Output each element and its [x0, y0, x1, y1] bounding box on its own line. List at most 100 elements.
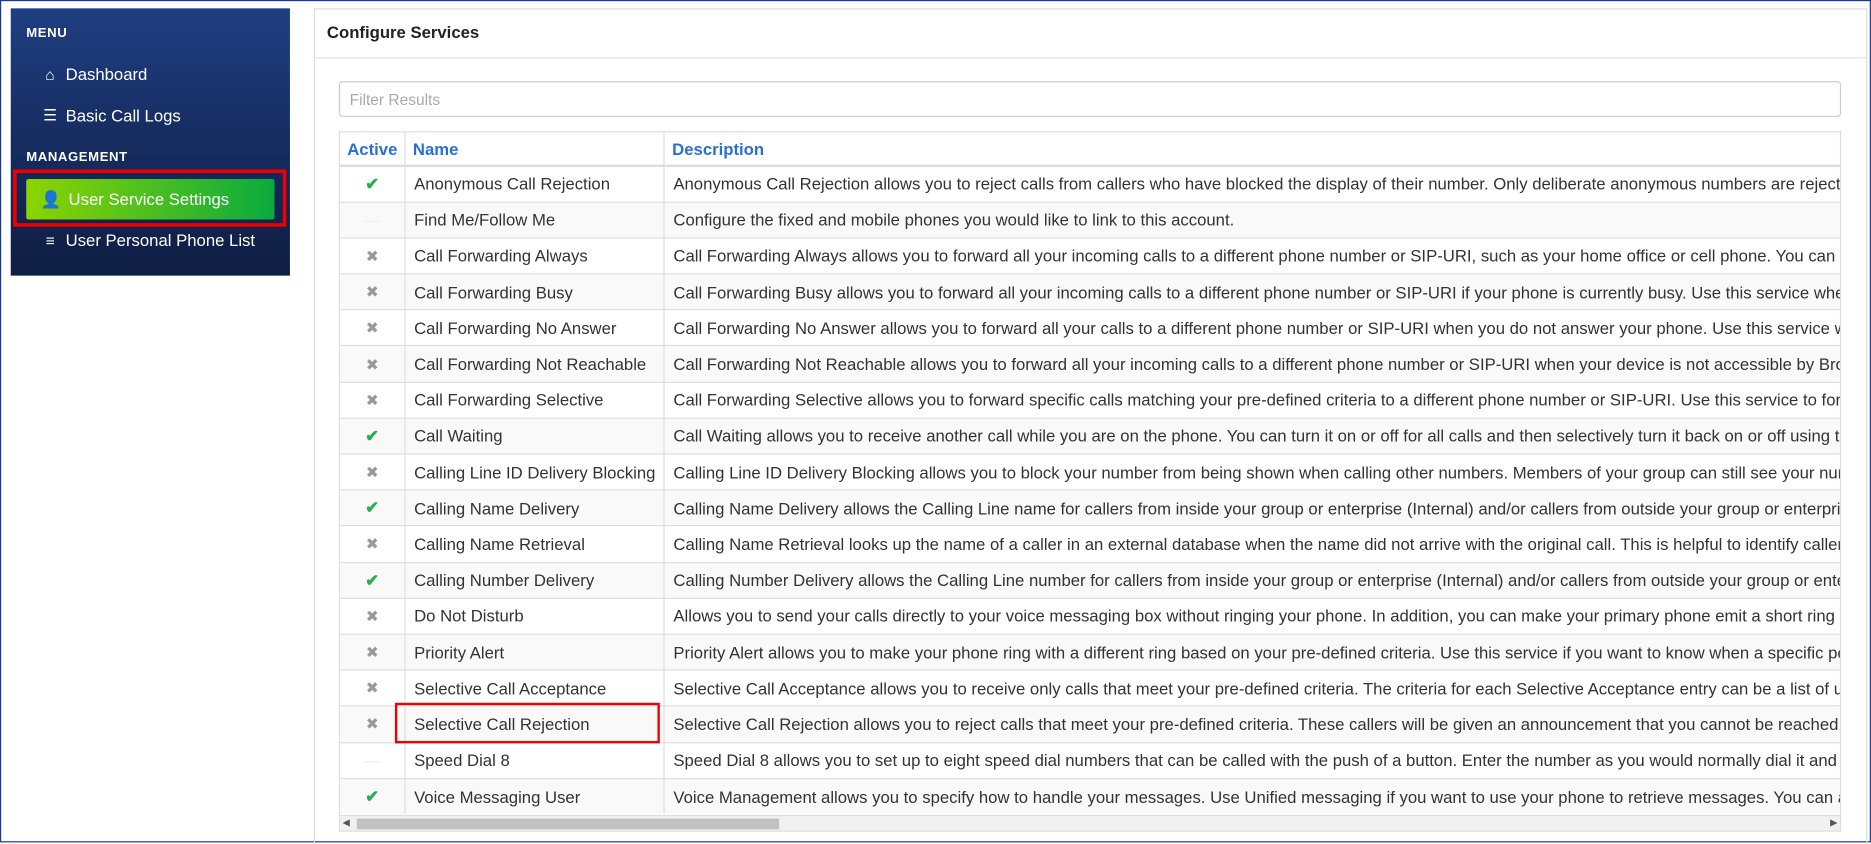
table-row[interactable]: ✔ Call Waiting Call Waiting allows you t…: [340, 417, 1840, 455]
active-cell: ✖: [340, 345, 406, 382]
x-icon: ✖: [365, 607, 379, 626]
table-row[interactable]: ✔ Anonymous Call Rejection Anonymous Cal…: [340, 165, 1840, 202]
service-name[interactable]: Calling Name Retrieval: [405, 525, 666, 563]
service-name[interactable]: Call Forwarding No Answer: [405, 309, 666, 346]
page: MENU ⌂ Dashboard ☰ Basic Call Logs MANAGEM…: [0, 0, 1871, 844]
service-description: Selective Call Rejection allows you to r…: [664, 705, 1840, 743]
active-cell: ✖: [340, 273, 406, 310]
service-name[interactable]: Selective Call Acceptance: [405, 669, 666, 707]
table-row[interactable]: ✖ Call Forwarding Busy Call Forwarding B…: [340, 273, 1840, 310]
service-description: Call Forwarding Selective allows you to …: [664, 381, 1840, 418]
check-icon: ✔: [365, 425, 380, 445]
active-cell: ✔: [340, 165, 406, 202]
check-icon: ✔: [365, 786, 380, 806]
x-icon: ✖: [365, 679, 379, 698]
service-description: Voice Management allows you to specify h…: [664, 777, 1840, 815]
menu-heading: MENU: [26, 26, 68, 41]
service-name[interactable]: Selective Call Rejection: [405, 705, 666, 743]
x-icon: ✖: [365, 355, 379, 373]
home-icon: ⌂: [45, 65, 55, 83]
sidebar-item-user-service-settings[interactable]: 👤 User Service Settings: [26, 178, 275, 220]
service-description: Calling Number Delivery allows the Calli…: [664, 561, 1840, 599]
service-description: Call Forwarding No Answer allows you to …: [664, 309, 1840, 346]
service-name[interactable]: Voice Messaging User: [405, 777, 666, 815]
sidebar-item-user-personal-phone-list[interactable]: ≡ User Personal Phone List: [42, 230, 255, 249]
table-row[interactable]: ✔ Voice Messaging User Voice Management …: [340, 777, 1840, 815]
sidebar-item-dashboard[interactable]: ⌂ Dashboard: [42, 64, 147, 83]
sidebar-item-basic-call-logs[interactable]: ☰ Basic Call Logs: [42, 106, 181, 125]
service-description: Call Waiting allows you to receive anoth…: [664, 417, 1840, 455]
list-icon: ☰: [43, 106, 58, 125]
active-cell: —: [340, 201, 406, 238]
service-description: Calling Line ID Delivery Blocking allows…: [664, 453, 1840, 491]
table-row[interactable]: ✖ Selective Call Acceptance Selective Ca…: [340, 669, 1840, 707]
table-row[interactable]: ✖ Do Not Disturb Allows you to send your…: [340, 597, 1840, 635]
x-icon: ✖: [365, 715, 379, 734]
service-name[interactable]: Do Not Disturb: [405, 597, 666, 635]
active-cell: —: [340, 741, 406, 779]
service-name[interactable]: Call Forwarding Always: [405, 237, 666, 274]
management-heading: MANAGEMENT: [26, 150, 128, 165]
active-cell: ✔: [340, 417, 406, 455]
active-cell: ✖: [340, 237, 406, 274]
service-name[interactable]: Call Waiting: [405, 417, 666, 455]
table-row[interactable]: ✖ Call Forwarding Not Reachable Call For…: [340, 345, 1840, 382]
table-row[interactable]: ✖ Selective Call Rejection Selective Cal…: [340, 705, 1840, 743]
dash-icon: —: [363, 750, 381, 770]
service-name[interactable]: Call Forwarding Busy: [405, 273, 666, 310]
service-name[interactable]: Priority Alert: [405, 633, 666, 671]
filter-input[interactable]: [338, 81, 1842, 117]
sidebar: MENU ⌂ Dashboard ☰ Basic Call Logs MANAGEM…: [10, 8, 290, 276]
service-description: Calling Name Delivery allows the Calling…: [664, 489, 1840, 527]
table-row[interactable]: ✖ Calling Name Retrieval Calling Name Re…: [340, 525, 1840, 563]
active-cell: ✖: [340, 525, 406, 563]
x-icon: ✖: [365, 535, 379, 554]
service-name[interactable]: Call Forwarding Not Reachable: [405, 345, 666, 382]
service-description: Call Forwarding Always allows you to for…: [664, 237, 1840, 274]
services-table: Active Name Description ✔ Anonymous Call…: [338, 131, 1842, 815]
table-row[interactable]: — Find Me/Follow Me Configure the fixed …: [340, 201, 1840, 238]
horizontal-scrollbar[interactable]: ◀ ▶: [338, 814, 1842, 832]
column-header-description[interactable]: Description: [664, 132, 1840, 168]
table-row[interactable]: ✖ Priority Alert Priority Alert allows y…: [340, 633, 1840, 671]
scrollbar-thumb[interactable]: [356, 818, 780, 830]
active-cell: ✖: [340, 633, 406, 671]
table-row[interactable]: ✖ Calling Line ID Delivery Blocking Call…: [340, 453, 1840, 491]
active-cell: ✔: [340, 489, 406, 527]
scroll-left-icon[interactable]: ◀: [342, 817, 349, 828]
active-cell: ✖: [340, 381, 406, 418]
active-cell: ✖: [340, 453, 406, 491]
active-cell: ✖: [340, 309, 406, 346]
column-header-active[interactable]: Active: [340, 132, 406, 168]
service-name[interactable]: Call Forwarding Selective: [405, 381, 666, 418]
service-description: Anonymous Call Rejection allows you to r…: [664, 165, 1840, 202]
x-icon: ✖: [365, 463, 379, 481]
column-header-name[interactable]: Name: [405, 132, 666, 168]
service-name[interactable]: Calling Number Delivery: [405, 561, 666, 599]
check-icon: ✔: [365, 174, 380, 194]
list-ul-icon: ≡: [45, 230, 55, 249]
table-row[interactable]: ✖ Call Forwarding Always Call Forwarding…: [340, 237, 1840, 274]
scroll-right-icon[interactable]: ▶: [1830, 817, 1837, 828]
active-cell: ✔: [340, 561, 406, 599]
active-cell: ✖: [340, 705, 406, 743]
service-description: Call Forwarding Busy allows you to forwa…: [664, 273, 1840, 310]
service-description: Selective Call Acceptance allows you to …: [664, 669, 1840, 707]
x-icon: ✖: [365, 318, 379, 337]
table-row[interactable]: ✔ Calling Number Delivery Calling Number…: [340, 561, 1840, 599]
service-name[interactable]: Calling Line ID Delivery Blocking: [405, 453, 666, 491]
table-row[interactable]: ✖ Call Forwarding No Answer Call Forward…: [340, 309, 1840, 346]
service-name[interactable]: Find Me/Follow Me: [405, 201, 666, 238]
service-name[interactable]: Speed Dial 8: [405, 741, 666, 779]
service-description: Speed Dial 8 allows you to set up to eig…: [664, 741, 1840, 779]
table-row[interactable]: — Speed Dial 8 Speed Dial 8 allows you t…: [340, 741, 1840, 779]
check-icon: ✔: [365, 497, 380, 517]
service-description: Allows you to send your calls directly t…: [664, 597, 1840, 635]
service-description: Priority Alert allows you to make your p…: [664, 633, 1840, 671]
service-description: Call Forwarding Not Reachable allows you…: [664, 345, 1840, 382]
service-name[interactable]: Calling Name Delivery: [405, 489, 666, 527]
service-name[interactable]: Anonymous Call Rejection: [405, 165, 666, 202]
table-row[interactable]: ✔ Calling Name Delivery Calling Name Del…: [340, 489, 1840, 527]
table-row[interactable]: ✖ Call Forwarding Selective Call Forward…: [340, 381, 1840, 418]
x-icon: ✖: [365, 643, 379, 662]
